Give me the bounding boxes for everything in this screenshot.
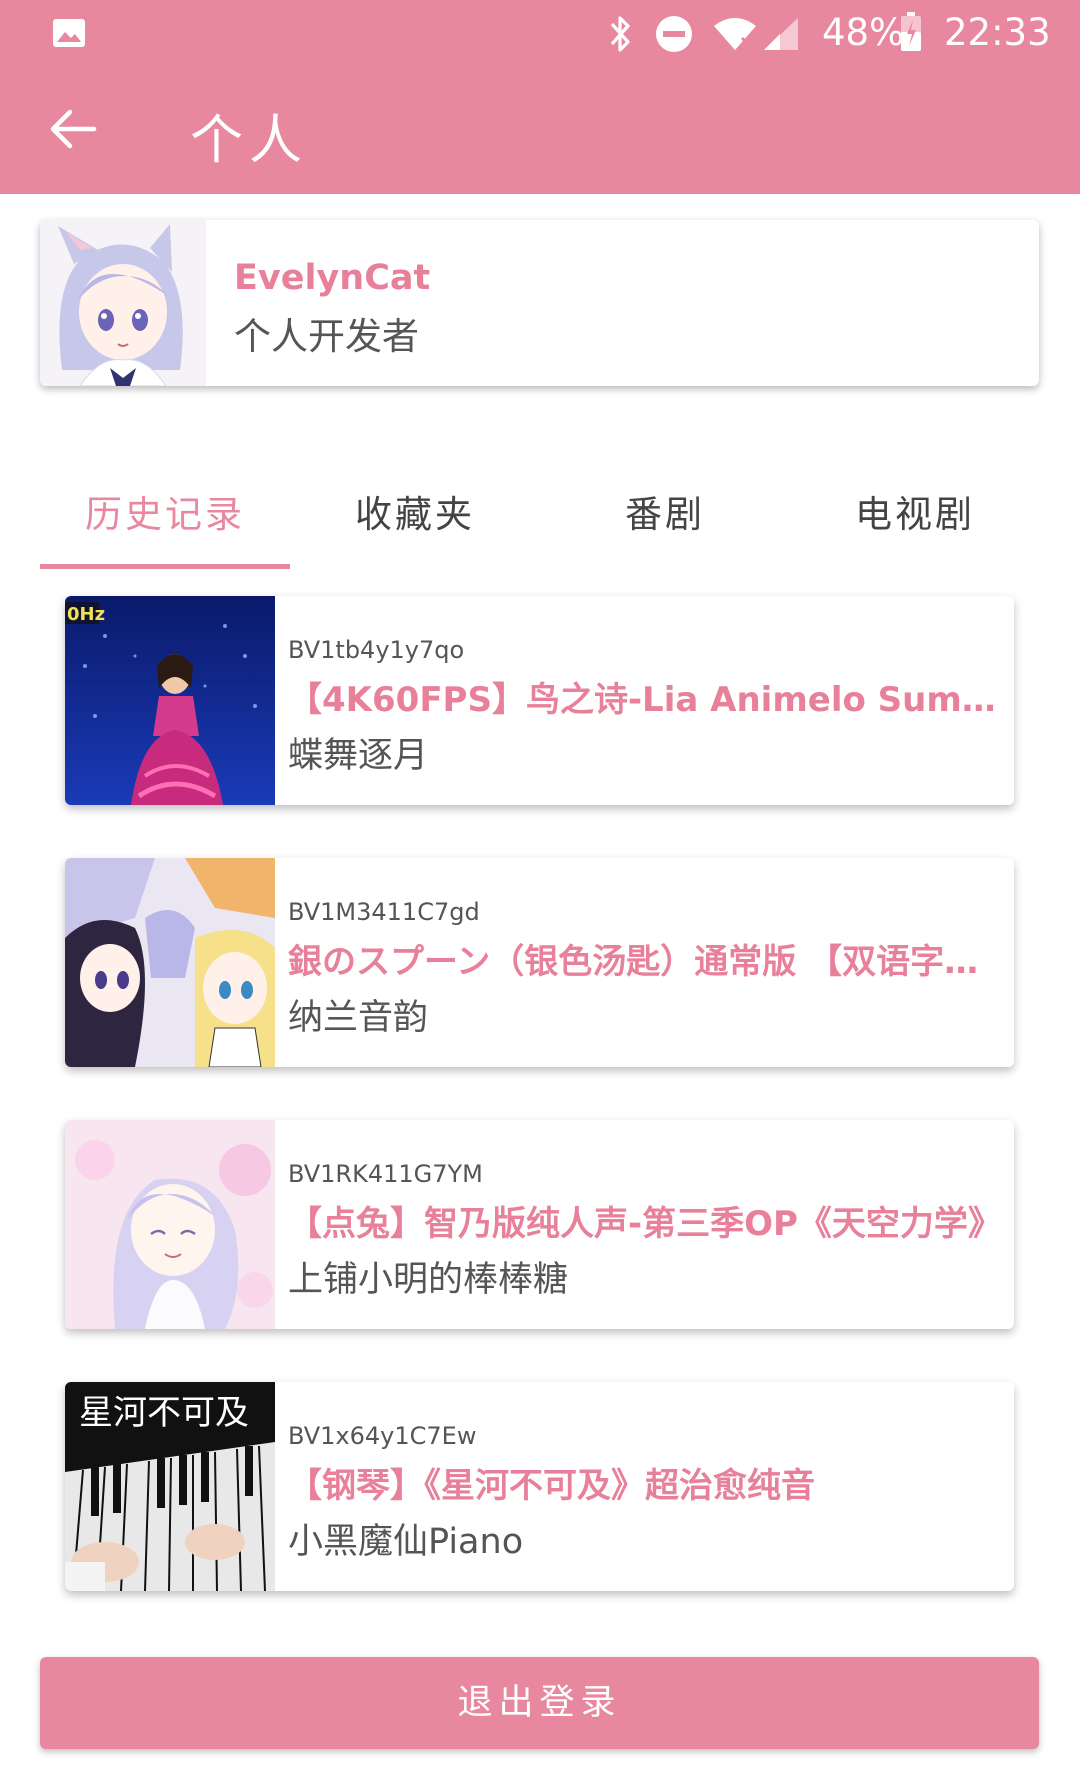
wifi-icon: [714, 18, 756, 50]
user-role: 个人开发者: [234, 315, 419, 358]
video-uploader: 纳兰音韵: [288, 998, 429, 1038]
profile-card[interactable]: EvelynCat 个人开发者: [40, 220, 1039, 386]
video-uploader: 小黑魔仙Piano: [288, 1522, 524, 1562]
video-title: 【4K60FPS】鸟之诗-Lia Animelo Summer Live: [288, 680, 1003, 720]
video-uploader: 上铺小明的棒棒糖: [288, 1260, 569, 1300]
clock: 22:33: [944, 11, 1051, 54]
video-thumbnail: 0Hz: [65, 596, 275, 805]
image-notification-icon: [53, 19, 85, 47]
history-item[interactable]: 星河不可及 BV1x64y1C7Ew 【钢琴】《星河不可及》超治愈纯音 小黑魔仙…: [65, 1382, 1014, 1591]
video-bv-id: BV1x64y1C7Ew: [288, 1422, 477, 1450]
video-title: 銀のスプーン（银色汤匙）通常版 【双语字幕】: [288, 942, 1003, 982]
video-bv-id: BV1RK411G7YM: [288, 1160, 483, 1188]
history-item[interactable]: BV1M3411C7gd 銀のスプーン（银色汤匙）通常版 【双语字幕】 纳兰音韵: [65, 858, 1014, 1067]
username: EvelynCat: [234, 258, 431, 298]
battery-icon: [901, 12, 921, 51]
do-not-disturb-icon: [656, 16, 692, 52]
video-thumbnail: [65, 858, 275, 1067]
thumbnail-caption: 星河不可及: [79, 1393, 249, 1433]
video-thumbnail: 星河不可及: [65, 1382, 275, 1591]
video-title: 【钢琴】《星河不可及》超治愈纯音: [288, 1466, 815, 1506]
page-title: 个人: [190, 110, 308, 171]
battery-percent: 48%: [822, 11, 905, 54]
back-arrow-icon[interactable]: [48, 104, 98, 154]
video-bv-id: BV1M3411C7gd: [288, 898, 480, 926]
video-uploader: 蝶舞逐月: [288, 736, 429, 776]
cellular-signal-icon: [764, 18, 798, 50]
history-item[interactable]: BV1RK411G7YM 【点兔】智乃版纯人声-第三季OP《天空力学》 上铺小明…: [65, 1120, 1014, 1329]
tab-anime[interactable]: 番剧: [540, 484, 790, 538]
tab-bar: 历史记录 收藏夹 番剧 电视剧: [40, 470, 1040, 570]
video-bv-id: BV1tb4y1y7qo: [288, 636, 465, 664]
logout-button[interactable]: 退出登录: [40, 1657, 1039, 1749]
tab-favorites[interactable]: 收藏夹: [290, 484, 540, 538]
app-bar: 48% 22:33 个人: [0, 0, 1080, 194]
tab-history[interactable]: 历史记录: [40, 484, 290, 538]
video-thumbnail: [65, 1120, 275, 1329]
video-title: 【点兔】智乃版纯人声-第三季OP《天空力学》: [288, 1204, 1002, 1244]
thumbnail-caption: 0Hz: [67, 604, 105, 625]
history-item[interactable]: 0Hz BV1tb4y1y7qo 【4K60FPS】鸟之诗-Lia Animel…: [65, 596, 1014, 805]
bluetooth-icon: [610, 16, 630, 52]
tab-tv-series[interactable]: 电视剧: [790, 484, 1040, 538]
status-bar: 48% 22:33: [0, 0, 1080, 66]
avatar: [40, 220, 206, 386]
active-tab-indicator: [40, 564, 290, 569]
